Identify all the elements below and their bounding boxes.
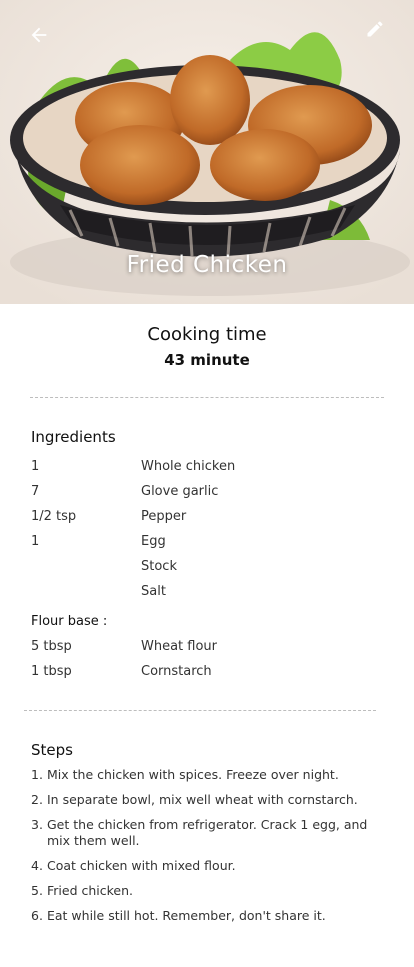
divider bbox=[30, 397, 384, 398]
ingredients-section: Ingredients 1 Whole chicken 7 Glove garl… bbox=[0, 428, 414, 684]
step-text: Mix the chicken with spices. Freeze over… bbox=[47, 767, 339, 782]
pencil-icon bbox=[367, 21, 383, 37]
ingredient-name: Egg bbox=[141, 534, 166, 549]
ingredient-qty: 5 tbsp bbox=[31, 639, 72, 654]
ingredient-name: Pepper bbox=[141, 509, 187, 524]
step-number: 4. bbox=[31, 858, 43, 873]
steps-title: Steps bbox=[31, 741, 73, 759]
step-item: 2. In separate bowl, mix well wheat with… bbox=[31, 792, 383, 808]
step-number: 2. bbox=[31, 792, 43, 807]
step-item: 5. Fried chicken. bbox=[31, 883, 383, 899]
ingredient-row: Salt bbox=[31, 579, 383, 604]
edit-button[interactable] bbox=[360, 14, 390, 44]
ingredient-row: 1/2 tsp Pepper bbox=[31, 504, 383, 529]
step-number: 6. bbox=[31, 908, 43, 923]
ingredient-row: 1 Egg bbox=[31, 529, 383, 554]
step-number: 1. bbox=[31, 767, 43, 782]
step-number: 5. bbox=[31, 883, 43, 898]
step-text: In separate bowl, mix well wheat with co… bbox=[47, 792, 358, 807]
step-item: 4. Coat chicken with mixed flour. bbox=[31, 858, 383, 874]
ingredient-qty: 1 tbsp bbox=[31, 664, 72, 679]
ingredient-row: 1 Whole chicken bbox=[31, 454, 383, 479]
ingredient-row: 5 tbsp Wheat flour bbox=[31, 634, 383, 659]
steps-section: Steps bbox=[0, 741, 414, 759]
ingredient-qty: 7 bbox=[31, 484, 40, 499]
ingredient-name: Whole chicken bbox=[141, 459, 236, 474]
ingredient-name: Wheat flour bbox=[141, 639, 218, 654]
ingredient-qty: 1/2 tsp bbox=[31, 509, 77, 524]
steps-list: 1. Mix the chicken with spices. Freeze o… bbox=[0, 767, 414, 924]
flour-base-title: Flour base : bbox=[31, 613, 108, 629]
ingredients-title: Ingredients bbox=[31, 428, 116, 446]
recipe-title: Fried Chicken bbox=[126, 252, 288, 278]
ingredient-row: Stock bbox=[31, 554, 383, 579]
step-number: 3. bbox=[31, 817, 43, 832]
arrow-left-icon bbox=[31, 27, 47, 43]
ingredient-qty: 1 bbox=[31, 459, 40, 474]
ingredient-row: 1 tbsp Cornstarch bbox=[31, 659, 383, 684]
ingredient-row: 7 Glove garlic bbox=[31, 479, 383, 504]
ingredient-qty: 1 bbox=[31, 534, 40, 549]
ingredient-name: Cornstarch bbox=[141, 664, 212, 679]
back-button[interactable] bbox=[24, 20, 54, 50]
ingredient-name: Stock bbox=[141, 559, 177, 574]
hero-image: Fried Chicken bbox=[0, 0, 414, 304]
step-item: 6. Eat while still hot. Remember, don't … bbox=[31, 908, 383, 924]
cooking-time-value: 43 minute bbox=[164, 351, 250, 369]
step-text: Fried chicken. bbox=[47, 883, 134, 898]
ingredient-name: Salt bbox=[141, 584, 166, 599]
cooking-time-section: Cooking time 43 minute bbox=[0, 304, 414, 369]
step-item: 1. Mix the chicken with spices. Freeze o… bbox=[31, 767, 383, 783]
step-item: 3. Get the chicken from refrigerator. Cr… bbox=[31, 817, 383, 849]
ingredient-name: Glove garlic bbox=[141, 484, 219, 499]
cooking-time-label: Cooking time bbox=[147, 324, 267, 345]
step-text: Coat chicken with mixed flour. bbox=[47, 858, 236, 873]
step-text: Eat while still hot. Remember, don't sha… bbox=[47, 908, 326, 923]
divider bbox=[24, 710, 376, 711]
step-text: Get the chicken from refrigerator. Crack… bbox=[47, 817, 368, 848]
